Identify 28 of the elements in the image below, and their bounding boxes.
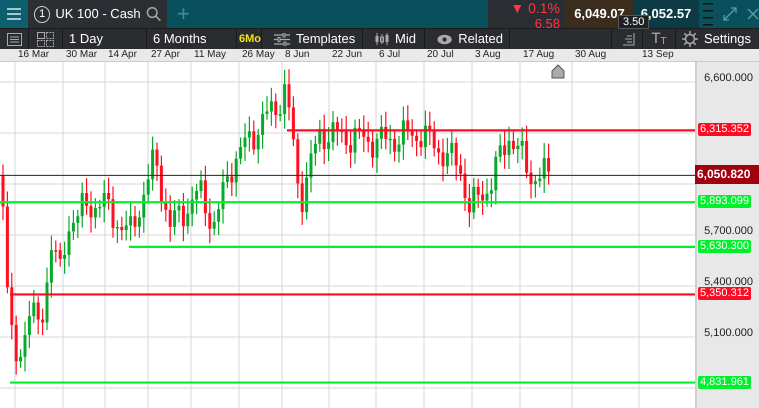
date-label: 30 Aug bbox=[575, 48, 606, 61]
price-level-label: 6,315.352 bbox=[698, 123, 751, 136]
date-label: 16 Mar bbox=[18, 48, 50, 61]
axis-label: 5,100.000 bbox=[704, 327, 753, 339]
axis-label: 6,600.000 bbox=[704, 72, 753, 84]
date-label: 22 Jun bbox=[332, 48, 362, 61]
date-label: 27 Apr bbox=[151, 48, 180, 61]
date-label: 3 Aug bbox=[475, 48, 501, 61]
date-label: 30 Mar bbox=[66, 48, 98, 61]
change-percent: ▼ 0.1% bbox=[509, 2, 560, 15]
axis-label: 5,400.000 bbox=[704, 276, 753, 288]
tab-title: UK 100 - Cash bbox=[55, 5, 141, 24]
date-label: 17 Aug bbox=[523, 48, 554, 61]
date-label: 14 Apr bbox=[108, 48, 137, 61]
date-label: 8 Jun bbox=[285, 48, 310, 61]
date-label: 13 Sep bbox=[642, 48, 674, 61]
date-label: 6 Jul bbox=[379, 48, 400, 61]
date-label: 26 May bbox=[242, 48, 275, 61]
price-level-label: 5,893.099 bbox=[698, 195, 751, 208]
change-points: 6.58 bbox=[534, 17, 560, 30]
tab-number: 1 bbox=[34, 6, 50, 22]
price-level-label: 5,630.300 bbox=[698, 240, 751, 253]
axis-label: 5,700.000 bbox=[704, 225, 753, 237]
price-level-label: 4,831.961 bbox=[698, 376, 751, 389]
price-level-label: 5,350.312 bbox=[698, 287, 751, 300]
current-price-label: 6,050.820 bbox=[695, 165, 759, 184]
date-label: 20 Jul bbox=[427, 48, 454, 61]
date-label: 11 May bbox=[194, 48, 226, 61]
